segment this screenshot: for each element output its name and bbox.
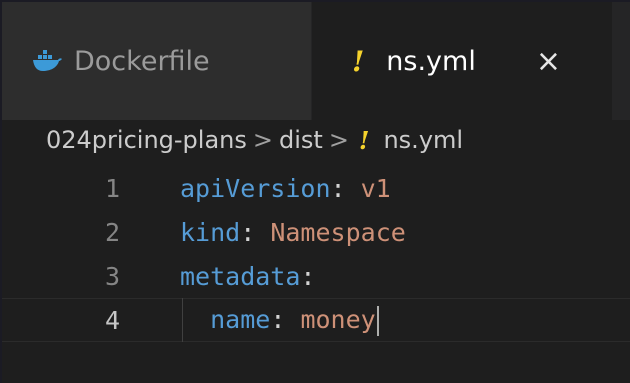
yaml-value: v1 (345, 173, 391, 203)
code-text: apiVersion: v1 (180, 174, 391, 203)
breadcrumb-folder-dist[interactable]: dist (279, 126, 323, 154)
code-line-active[interactable]: 4 name: money (2, 298, 630, 342)
yaml-colon: : (240, 217, 256, 247)
yaml-exclamation-icon: ! (352, 44, 365, 78)
docker-whale-icon (33, 50, 62, 71)
yaml-key: kind (180, 217, 241, 247)
line-number: 1 (104, 173, 120, 203)
line-number: 3 (104, 261, 120, 291)
tab-bar: Dockerfile ! ns.yml × (2, 2, 630, 121)
tab-bar-filler (612, 2, 630, 120)
breadcrumb-file[interactable]: ns.yml (383, 126, 463, 154)
yaml-key: name (210, 304, 271, 334)
code-line[interactable]: 2 kind: Namespace (2, 210, 630, 254)
yaml-value: Namespace (255, 217, 406, 247)
line-number: 2 (104, 217, 120, 247)
yaml-exclamation-icon: ! (358, 125, 370, 155)
close-tab-button[interactable]: × (536, 44, 561, 79)
code-editor[interactable]: 1 apiVersion: v1 2 kind: Namespace 3 met… (2, 162, 630, 383)
tab-ns-yml[interactable]: ! ns.yml × (312, 2, 612, 120)
text-cursor (376, 305, 379, 336)
code-text: metadata: (180, 262, 315, 291)
yaml-key: apiVersion (180, 173, 331, 203)
yaml-colon: : (330, 173, 346, 203)
tab-dockerfile[interactable]: Dockerfile (2, 2, 312, 120)
yaml-colon: : (300, 261, 316, 291)
code-line[interactable]: 1 apiVersion: v1 (2, 166, 630, 210)
yaml-colon: : (270, 304, 286, 334)
code-line[interactable]: 3 metadata: (2, 254, 630, 298)
breadcrumb: 024pricing-plans > dist > ! ns.yml (2, 120, 630, 160)
code-text: name: money (180, 305, 379, 336)
code-text: kind: Namespace (180, 218, 406, 247)
tab-dockerfile-label: Dockerfile (74, 45, 210, 77)
yaml-value: money (285, 304, 376, 334)
breadcrumb-separator: > (252, 126, 273, 154)
line-number: 4 (104, 305, 120, 335)
yaml-key: metadata (180, 261, 301, 291)
breadcrumb-folder-root[interactable]: 024pricing-plans (46, 126, 247, 154)
editor-window: Dockerfile ! ns.yml × 024pricing-plans >… (0, 0, 630, 383)
tab-ns-yml-label: ns.yml (386, 45, 476, 77)
breadcrumb-separator: > (328, 126, 349, 154)
